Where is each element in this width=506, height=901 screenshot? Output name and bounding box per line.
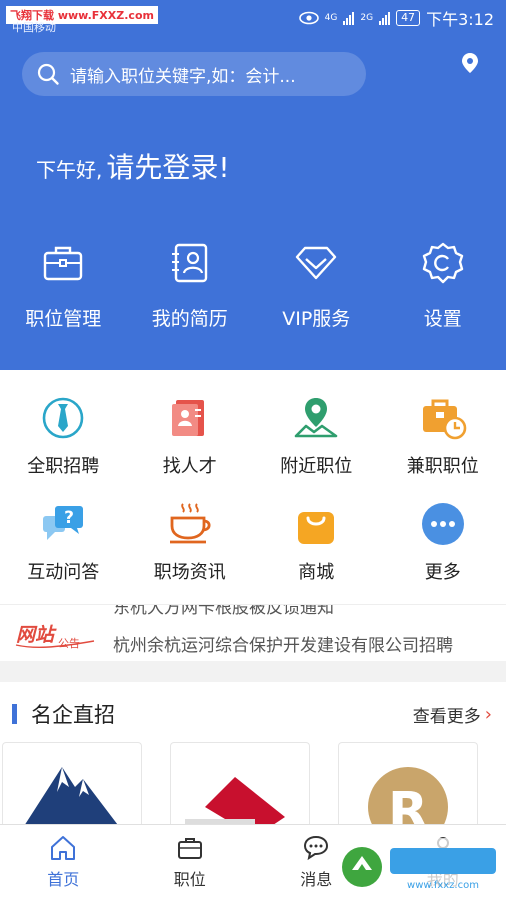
- greeting[interactable]: 下午好, 请先登录!: [36, 146, 230, 186]
- home-icon: [49, 834, 77, 862]
- grid-qa[interactable]: ? 互动问答: [0, 500, 127, 584]
- vip-diamond-icon: [293, 240, 339, 286]
- chat-bubble-icon: [302, 834, 330, 862]
- grid-mall[interactable]: 商城: [253, 500, 380, 584]
- login-prompt[interactable]: 请先登录!: [106, 146, 229, 186]
- grid-label: 商城: [298, 558, 334, 584]
- more-dots-icon: [419, 500, 467, 548]
- briefcase-icon: [40, 240, 86, 286]
- clock-time: 下午3:12: [426, 6, 494, 30]
- quick-job-manage[interactable]: 职位管理: [0, 240, 127, 331]
- quick-my-resume[interactable]: 我的简历: [127, 240, 254, 331]
- grid-more[interactable]: 更多: [380, 500, 506, 584]
- announcement-ticker[interactable]: 网站 公告 东杭大方网卡根股被反馈通知 杭州余杭运河综合保护开发建设有限公司招聘: [0, 604, 506, 661]
- grid-label: 找人才: [163, 452, 217, 478]
- grid-label: 兼职职位: [407, 452, 479, 478]
- grid-career-news[interactable]: 职场资讯: [127, 500, 254, 584]
- tab-label: 首页: [47, 866, 79, 890]
- signal-bars-icon-2: [379, 11, 390, 25]
- status-indicators: 4G 2G 47 下午3:12: [299, 6, 494, 30]
- svg-text:www.fxxz.com: www.fxxz.com: [407, 880, 479, 891]
- company-card[interactable]: [170, 742, 310, 833]
- tab-label: 职位: [174, 866, 206, 890]
- quick-action-label: 我的简历: [152, 304, 228, 331]
- tab-jobs[interactable]: 职位: [127, 825, 254, 901]
- shopping-bag-icon: [292, 500, 340, 548]
- company-logo-gold: R: [353, 757, 463, 833]
- signal-bars-icon: [343, 11, 354, 25]
- logo-subtext: 公告: [58, 637, 80, 649]
- announcement-line[interactable]: 东杭大方网卡根股被反馈通知: [113, 604, 334, 618]
- grid-label: 更多: [425, 558, 461, 584]
- search-input[interactable]: 请输入职位关键字,如：会计...: [70, 62, 296, 87]
- company-logo-mountain: [17, 757, 127, 833]
- quick-actions: 职位管理 我的简历 VIP服务 设置: [0, 240, 506, 331]
- quick-action-label: 职位管理: [25, 304, 101, 331]
- tie-icon: [39, 394, 87, 442]
- grid-parttime-jobs[interactable]: 兼职职位: [380, 394, 506, 478]
- header-hero: 飞翔下载 www.FXXZ.com 中国移动 4G 2G 47 下午3:12 请…: [0, 0, 506, 370]
- grid-label: 附近职位: [280, 452, 352, 478]
- see-more-label: 查看更多: [413, 702, 481, 727]
- grid-label: 职场资讯: [154, 558, 226, 584]
- clock-briefcase-icon: [419, 394, 467, 442]
- quick-vip-service[interactable]: VIP服务: [253, 240, 380, 331]
- section-title: 名企直招: [31, 699, 115, 729]
- chat-question-icon: ?: [39, 500, 87, 548]
- quick-action-label: 设置: [424, 304, 462, 331]
- section-accent-bar: [12, 704, 17, 724]
- announcement-logo: 网站 公告: [14, 621, 98, 649]
- tab-label: 消息: [300, 866, 332, 890]
- location-pin-icon[interactable]: [459, 52, 481, 74]
- gear-icon: [420, 240, 466, 286]
- eye-icon: [299, 11, 319, 25]
- company-card[interactable]: R: [338, 742, 478, 833]
- grid-find-talent[interactable]: 找人才: [127, 394, 254, 478]
- coffee-cup-icon: [166, 500, 214, 548]
- carrier-name: 中国移动: [12, 19, 56, 35]
- search-bar[interactable]: 请输入职位关键字,如：会计...: [22, 52, 366, 96]
- map-pin-icon: [292, 394, 340, 442]
- resume-icon: [167, 240, 213, 286]
- briefcase-icon: [176, 834, 204, 862]
- grid-fulltime-jobs[interactable]: 全职招聘: [0, 394, 127, 478]
- search-icon: [36, 62, 60, 86]
- battery-level: 47: [396, 10, 420, 26]
- network-type-1: 4G: [325, 14, 338, 23]
- company-card[interactable]: [2, 742, 142, 833]
- svg-text:?: ?: [64, 508, 74, 528]
- grid-label: 互动问答: [27, 558, 99, 584]
- id-card-icon: [166, 394, 214, 442]
- status-bar: 飞翔下载 www.FXXZ.com 中国移动 4G 2G 47 下午3:12: [0, 0, 506, 34]
- quick-settings[interactable]: 设置: [380, 240, 506, 331]
- network-type-2: 2G: [360, 14, 373, 23]
- quick-action-label: VIP服务: [282, 304, 350, 331]
- chevron-right-icon: ›: [485, 704, 492, 725]
- logo-text: 网站: [16, 624, 57, 646]
- see-more-link[interactable]: 查看更多 ›: [413, 702, 492, 727]
- greeting-prefix: 下午好,: [36, 154, 102, 183]
- announcement-line[interactable]: 杭州余杭运河综合保护开发建设有限公司招聘: [113, 631, 453, 656]
- tab-home[interactable]: 首页: [0, 825, 127, 901]
- company-logo-red: [185, 757, 295, 833]
- feature-grid: 全职招聘 找人才 附近职位 兼职职位 ? 互动问答 职场资讯 商城 更多: [0, 370, 506, 604]
- grid-nearby-jobs[interactable]: 附近职位: [253, 394, 380, 478]
- grid-label: 全职招聘: [27, 452, 99, 478]
- watermark-logo: www.fxxz.com: [338, 838, 504, 896]
